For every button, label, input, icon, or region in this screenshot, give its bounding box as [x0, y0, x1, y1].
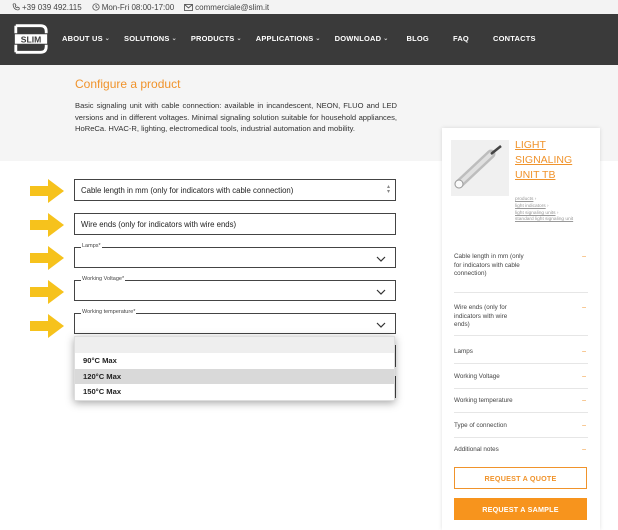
chevron-down-icon: ⌄ [171, 36, 177, 42]
voltage-label: Working Voltage* [81, 276, 126, 282]
chevron-down-icon: ⌄ [315, 36, 321, 42]
arrow-right-icon [30, 280, 64, 304]
temperature-label: Working temperature* [81, 309, 137, 315]
main-navigation: SLIM ABOUT US ⌄ SOLUTIONS ⌄ PRODUCTS ⌄ APPL… [0, 14, 618, 65]
chevron-down-icon [376, 256, 386, 262]
nav-item-applications[interactable]: APPLICATIONS ⌄ [256, 34, 321, 43]
summary-row-lamps[interactable]: Lamps – [454, 348, 588, 364]
cable-length-input[interactable]: Cable length in mm (only for indicators … [74, 179, 396, 201]
collapse-dash-icon: – [582, 253, 586, 260]
lamps-select[interactable]: Lamps* [74, 243, 396, 268]
breadcrumb-item[interactable]: light indicators [515, 204, 546, 209]
chevron-down-icon: ⌄ [383, 36, 389, 42]
number-spinner-icon[interactable]: ▴ ▾ [387, 184, 390, 195]
email-address: commerciale@slim.it [195, 2, 270, 12]
arrow-right-icon [30, 314, 64, 338]
dropdown-option-highlighted[interactable]: 120°C Max [75, 368, 394, 384]
breadcrumb: products › light indicators › light sign… [515, 197, 574, 223]
nav-item-download[interactable]: DOWNLOAD ⌄ [335, 34, 389, 43]
request-sample-button[interactable]: REQUEST A SAMPLE [454, 498, 587, 520]
chevron-down-icon [376, 322, 386, 328]
working-temperature-select[interactable]: Working temperature* [74, 309, 396, 334]
breadcrumb-item[interactable]: light signaling units [515, 211, 556, 216]
wire-ends-placeholder: Wire ends (only for indicators with wire… [81, 220, 237, 229]
phone-number: +39 039 492.115 [22, 2, 82, 12]
arrow-right-icon [30, 246, 64, 270]
summary-row-wire-ends[interactable]: Wire ends (only for indicators with wire… [454, 304, 588, 336]
hours-info: Mon-Fri 08:00-17:00 [92, 3, 174, 12]
nav-menu: ABOUT US ⌄ SOLUTIONS ⌄ PRODUCTS ⌄ APPLICATI… [62, 34, 550, 43]
temperature-dropdown-list: 90°C Max 120°C Max 150°C Max [74, 336, 395, 401]
collapse-dash-icon: – [582, 397, 586, 404]
chevron-down-icon: ⌄ [236, 36, 242, 42]
summary-row-cable-length[interactable]: Cable length in mm (only for indicators … [454, 253, 588, 293]
arrow-right-icon [30, 213, 64, 237]
working-voltage-select[interactable]: Working Voltage* [74, 276, 396, 301]
slim-logo[interactable]: SLIM [12, 20, 50, 58]
nav-item-solutions[interactable]: SOLUTIONS ⌄ [124, 34, 177, 43]
collapse-dash-icon: – [582, 304, 586, 311]
clock-icon [92, 3, 100, 11]
phone-icon [12, 3, 20, 11]
nav-item-about-us[interactable]: ABOUT US ⌄ [62, 34, 110, 43]
opening-hours: Mon-Fri 08:00-17:00 [101, 2, 175, 12]
nav-item-blog[interactable]: BLOG [406, 34, 428, 43]
page-title: Configure a product [75, 77, 181, 91]
dropdown-option[interactable]: 90°C Max [75, 353, 394, 369]
arrow-right-icon [30, 179, 64, 203]
email-contact[interactable]: commerciale@slim.it [184, 3, 269, 12]
chevron-down-icon: ⌄ [104, 36, 111, 42]
summary-row-type-of-connection[interactable]: Type of connection – [454, 422, 588, 438]
svg-text:SLIM: SLIM [21, 34, 41, 44]
summary-row-working-voltage[interactable]: Working Voltage – [454, 373, 588, 389]
nav-item-contacts[interactable]: CONTACTS [493, 34, 536, 43]
product-description: Basic signaling unit with cable connecti… [75, 101, 397, 133]
collapse-dash-icon: – [582, 348, 586, 355]
nav-item-faq[interactable]: FAQ [453, 34, 469, 43]
chevron-down-icon [376, 289, 386, 295]
collapse-dash-icon: – [582, 373, 586, 380]
nav-item-products[interactable]: PRODUCTS ⌄ [191, 34, 242, 43]
dropdown-header [75, 337, 394, 353]
contact-bar: +39 039 492.115 Mon-Fri 08:00-17:00 comm… [0, 0, 618, 14]
summary-row-working-temperature[interactable]: Working temperature – [454, 397, 588, 413]
collapse-dash-icon: – [582, 446, 586, 453]
dropdown-option[interactable]: 150°C Max [75, 384, 394, 400]
cable-length-placeholder: Cable length in mm (only for indicators … [81, 186, 294, 195]
email-icon [184, 3, 194, 11]
breadcrumb-item[interactable]: products [515, 197, 533, 202]
request-quote-button[interactable]: REQUEST A QUOTE [454, 467, 587, 489]
phone-contact[interactable]: +39 039 492.115 [12, 3, 82, 12]
product-title-link[interactable]: LIGHT SIGNALING UNIT TB [515, 138, 595, 183]
wire-ends-input[interactable]: Wire ends (only for indicators with wire… [74, 213, 396, 235]
product-image[interactable] [451, 140, 509, 196]
lamps-label: Lamps* [81, 243, 102, 249]
collapse-dash-icon: – [582, 422, 586, 429]
breadcrumb-item[interactable]: standard light signaling unit [515, 217, 573, 222]
summary-row-additional-notes[interactable]: Additional notes – [454, 446, 588, 460]
